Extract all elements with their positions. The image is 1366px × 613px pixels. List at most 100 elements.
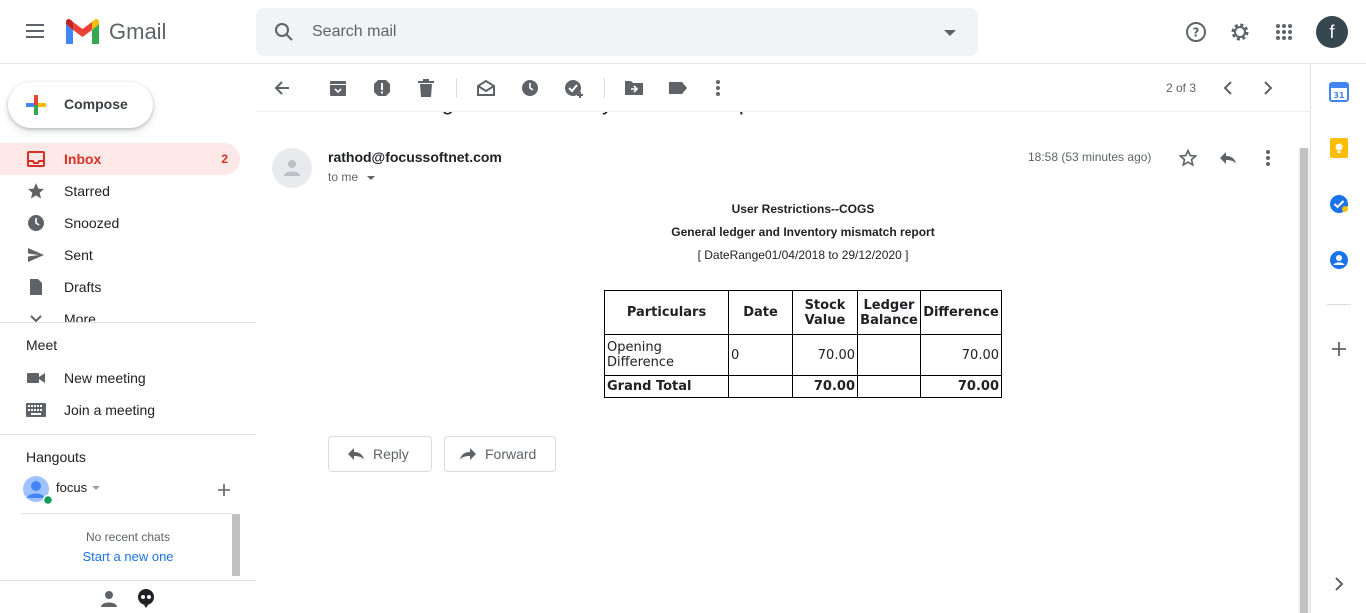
table-row: Opening Difference 0 70.00 70.00: [604, 334, 1002, 376]
main-menu-icon[interactable]: [20, 20, 52, 44]
compose-label: Compose: [64, 96, 128, 112]
account-avatar[interactable]: f: [1316, 16, 1348, 48]
search-input[interactable]: [312, 20, 912, 44]
sidebar-item-drafts[interactable]: Drafts: [0, 271, 240, 303]
search-options-icon[interactable]: [944, 30, 956, 36]
keep-icon[interactable]: [1329, 138, 1349, 158]
help-icon[interactable]: ?: [1180, 16, 1212, 48]
cell-date: 0: [728, 334, 793, 376]
recipient-details[interactable]: to me: [328, 170, 376, 184]
apps-grid-icon[interactable]: [1268, 16, 1300, 48]
sidebar-item-label: More: [64, 311, 96, 322]
join-meeting-label: Join a meeting: [64, 402, 156, 418]
archive-icon[interactable]: [326, 76, 350, 100]
snooze-clock-icon[interactable]: [518, 76, 542, 100]
gmail-logo[interactable]: Gmail: [64, 16, 166, 48]
status-dropdown-icon[interactable]: [92, 486, 100, 490]
sidebar-item-more[interactable]: More: [0, 303, 240, 322]
start-new-chat-link[interactable]: Start a new one: [0, 549, 256, 564]
new-meeting-item[interactable]: New meeting: [0, 362, 240, 394]
hangouts-divider: [22, 513, 232, 514]
mark-unread-icon[interactable]: [474, 76, 498, 100]
move-to-folder-icon[interactable]: [622, 76, 646, 100]
new-meeting-label: New meeting: [64, 370, 146, 386]
sidebar-divider: [0, 322, 256, 323]
hangouts-user-avatar[interactable]: [22, 475, 54, 506]
star-icon: [26, 181, 46, 201]
message-more-icon[interactable]: [1256, 146, 1280, 170]
header-ledger-balance: Ledger Balance: [857, 290, 921, 335]
add-to-tasks-icon[interactable]: [562, 76, 586, 100]
cell-particulars: Grand Total: [604, 375, 729, 398]
inbox-icon: [26, 149, 46, 169]
email-message: rathod@focussoftnet.com to me 18:58 (53 …: [256, 112, 1296, 613]
keyboard-icon: [26, 400, 46, 420]
report-date-range: [ DateRange01/04/2018 to 29/12/2020 ]: [697, 248, 909, 262]
cell-date: [728, 375, 793, 398]
newer-chevron-left-icon[interactable]: [1216, 76, 1240, 100]
grand-total-row: Grand Total 70.00 70.00: [604, 375, 1002, 398]
settings-gear-icon[interactable]: [1224, 16, 1256, 48]
no-recent-chats-text: No recent chats: [85, 530, 171, 544]
chevron-down-icon: [26, 309, 46, 322]
older-chevron-right-icon[interactable]: [1256, 76, 1280, 100]
cell-stock-value: 70.00: [792, 334, 858, 376]
sender-avatar[interactable]: [272, 148, 312, 188]
reply-label: Reply: [373, 446, 409, 462]
search-icon[interactable]: [272, 20, 296, 44]
search-bar[interactable]: [256, 8, 978, 56]
recipient-label: to me: [328, 170, 359, 184]
star-outline-icon[interactable]: [1176, 146, 1200, 170]
sidebar-item-label: Starred: [64, 183, 110, 199]
report-title-2: General ledger and Inventory mismatch re…: [671, 225, 935, 239]
delete-trash-icon[interactable]: [414, 76, 438, 100]
sender-email[interactable]: rathod@focussoftnet.com: [328, 149, 502, 165]
toolbar-separator: [604, 78, 605, 98]
report-table: Particulars Date Stock Value Ledger Bala…: [604, 290, 1002, 398]
clock-icon: [26, 213, 46, 233]
calendar-icon[interactable]: 31: [1329, 82, 1349, 102]
sidebar-item-sent[interactable]: Sent: [0, 239, 240, 271]
gmail-m-icon: [66, 18, 99, 44]
sidebar-item-snoozed[interactable]: Snoozed: [0, 207, 240, 239]
cell-difference: 70.00: [920, 334, 1002, 376]
sidebar-more-clip: More: [0, 303, 256, 322]
send-icon: [26, 245, 46, 265]
tasks-icon[interactable]: [1329, 194, 1349, 214]
gmail-logo-text: Gmail: [109, 19, 167, 44]
contacts-icon[interactable]: [1329, 250, 1349, 270]
meet-section-title: Meet: [26, 337, 58, 353]
hangouts-section-title: Hangouts: [26, 449, 86, 465]
sidebar-item-starred[interactable]: Starred: [0, 175, 240, 207]
main-scrollbar[interactable]: [1298, 148, 1310, 613]
label-tag-icon[interactable]: [666, 76, 690, 100]
video-camera-icon: [26, 368, 46, 388]
sidebar-item-label: Inbox: [64, 151, 102, 167]
details-dropdown-icon[interactable]: [367, 175, 376, 180]
forward-label: Forward: [485, 446, 537, 462]
sidebar-item-label: Sent: [64, 247, 93, 263]
more-options-icon[interactable]: [706, 76, 730, 100]
compose-button[interactable]: Compose: [8, 82, 153, 128]
reply-arrow-icon[interactable]: [1216, 146, 1240, 170]
inbox-unread-count: 2: [221, 152, 228, 166]
sidebar-item-inbox[interactable]: Inbox 2: [0, 143, 240, 175]
compose-plus-icon: [26, 95, 46, 115]
back-arrow-icon[interactable]: [270, 76, 294, 100]
hangouts-user-name[interactable]: focus: [56, 480, 87, 495]
reply-button[interactable]: Reply: [328, 436, 432, 472]
join-meeting-item[interactable]: Join a meeting: [0, 394, 240, 426]
forward-button[interactable]: Forward: [444, 436, 556, 472]
main-scrollbar-thumb[interactable]: [1300, 148, 1308, 613]
hangouts-scrollbar[interactable]: [232, 514, 240, 576]
email-timestamp: 18:58 (53 minutes ago): [1028, 150, 1152, 164]
add-chat-plus-icon[interactable]: [216, 482, 232, 498]
contacts-person-icon[interactable]: [100, 590, 120, 610]
hangouts-chat-icon[interactable]: [136, 588, 156, 608]
cell-ledger-balance: [857, 334, 921, 376]
report-spam-icon[interactable]: [370, 76, 394, 100]
hide-panel-chevron-icon[interactable]: [1329, 574, 1349, 594]
sidebar-divider: [0, 580, 256, 581]
forward-arrow-icon: [460, 448, 476, 460]
get-addons-plus-icon[interactable]: [1329, 339, 1349, 359]
